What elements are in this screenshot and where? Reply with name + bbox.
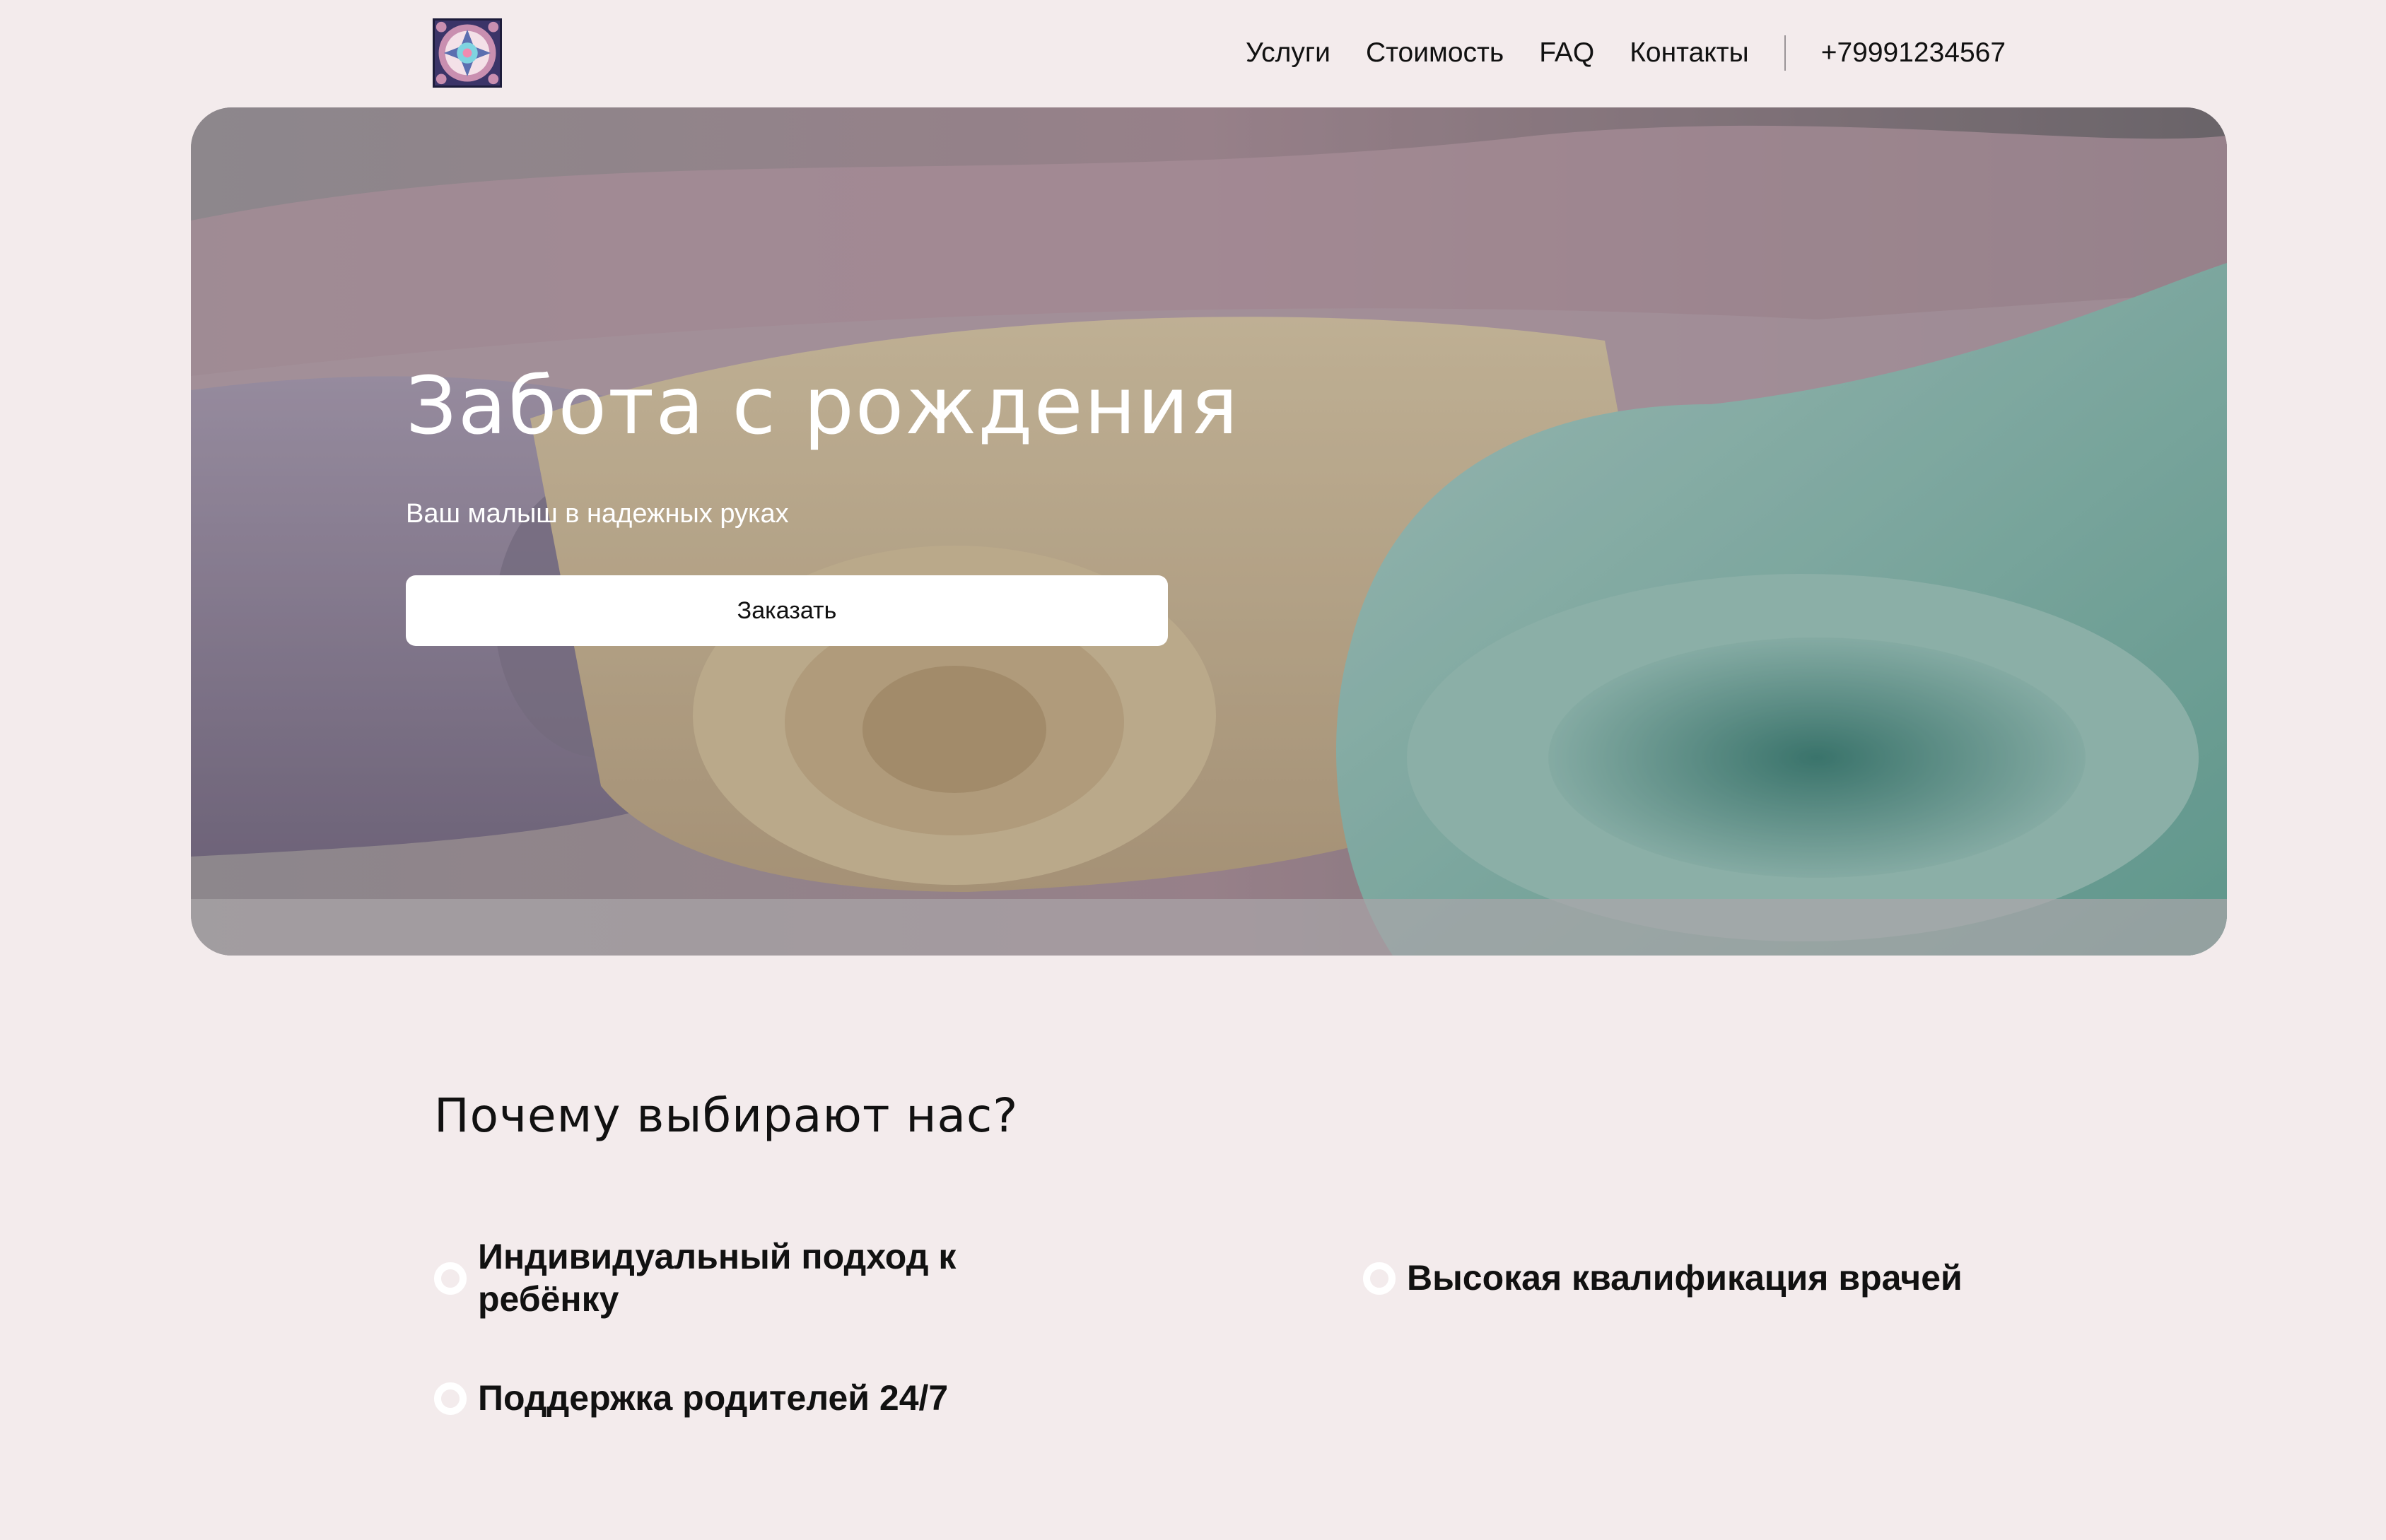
bullet-circle-icon — [434, 1262, 467, 1295]
bullet-circle-icon — [434, 1382, 467, 1415]
mandala-logo-icon — [435, 20, 500, 86]
feature-item: Индивидуальный подход к ребёнку — [434, 1235, 1070, 1320]
main-nav: Услуги Стоимость FAQ Контакты +799912345… — [1246, 31, 2006, 75]
feature-item: Поддержка родителей 24/7 — [434, 1377, 1070, 1419]
hero-subtitle: Ваш малыш в надежных руках — [406, 499, 789, 529]
nav-link-faq[interactable]: FAQ — [1539, 37, 1594, 69]
nav-link-contacts[interactable]: Контакты — [1630, 37, 1748, 69]
why-section-title: Почему выбирают нас? — [434, 1088, 1019, 1143]
nav-link-pricing[interactable]: Стоимость — [1366, 37, 1504, 69]
hero-overlay — [191, 107, 2227, 956]
feature-label: Индивидуальный подход к ребёнку — [478, 1237, 957, 1319]
feature-label: Поддержка родителей 24/7 — [478, 1378, 949, 1418]
nav-link-services[interactable]: Услуги — [1246, 37, 1331, 69]
logo[interactable] — [433, 18, 502, 88]
nav-divider — [1784, 35, 1786, 71]
order-button[interactable]: Заказать — [406, 575, 1168, 646]
feature-label: Высокая квалификация врачей — [1407, 1258, 1963, 1298]
hero-banner: Забота с рождения Ваш малыш в надежных р… — [191, 107, 2227, 956]
feature-item: Высокая квалификация врачей — [1363, 1257, 2070, 1299]
hero-title: Забота с рождения — [406, 360, 1239, 452]
bullet-circle-icon — [1363, 1262, 1396, 1295]
phone-link[interactable]: +79991234567 — [1821, 37, 2006, 69]
